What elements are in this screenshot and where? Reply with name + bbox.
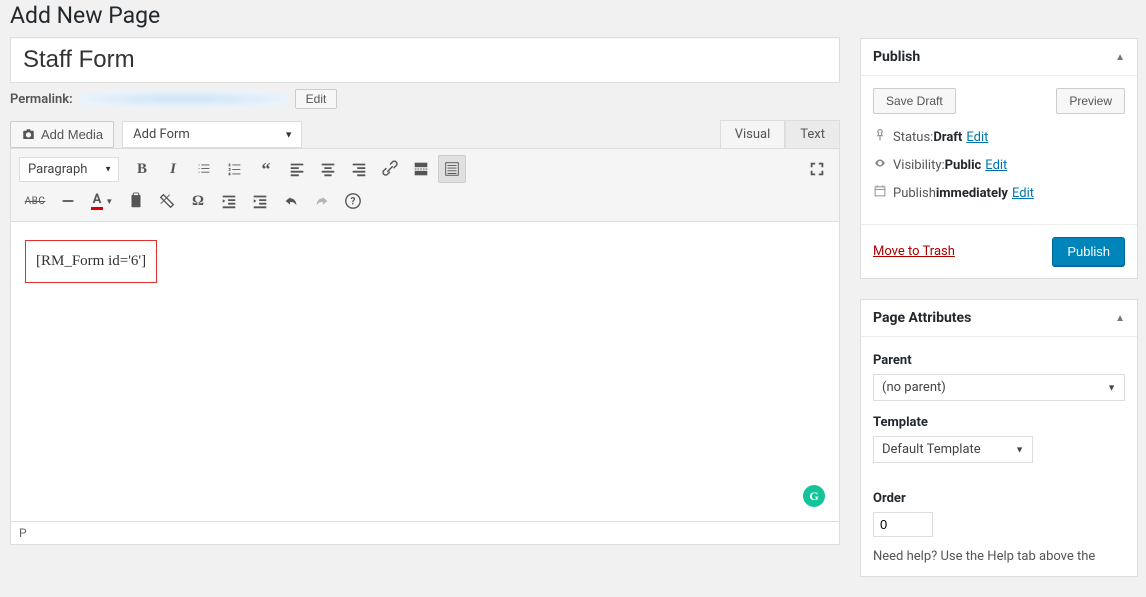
redo-button[interactable]	[308, 187, 336, 215]
text-color-button[interactable]: A▼	[85, 187, 119, 215]
editor-toolbar: Paragraph B I “ ABC A▼ Ω	[10, 148, 840, 222]
help-text: Need help? Use the Help tab above the	[873, 549, 1125, 564]
grammarly-icon[interactable]: G	[803, 485, 825, 507]
toolbar-toggle-button[interactable]	[438, 155, 466, 183]
page-title: Add New Page	[10, 0, 840, 37]
publish-button[interactable]: Publish	[1052, 237, 1125, 266]
parent-label: Parent	[873, 353, 1125, 368]
order-label: Order	[873, 491, 1125, 506]
help-button[interactable]: ?	[339, 187, 367, 215]
template-label: Template	[873, 415, 1125, 430]
collapse-icon: ▲	[1115, 313, 1125, 324]
align-right-button[interactable]	[345, 155, 373, 183]
publish-date-label: Publish	[893, 186, 936, 201]
camera-icon	[21, 127, 36, 142]
fullscreen-button[interactable]	[803, 155, 831, 183]
paste-text-button[interactable]	[122, 187, 150, 215]
pin-icon	[873, 128, 893, 146]
indent-button[interactable]	[246, 187, 274, 215]
align-center-button[interactable]	[314, 155, 342, 183]
publish-panel: Publish ▲ Save Draft Preview Status: Dra…	[860, 38, 1138, 279]
template-select[interactable]: Default Template	[873, 436, 1033, 463]
strikethrough-button[interactable]: ABC	[19, 187, 51, 215]
ordered-list-button[interactable]	[221, 155, 249, 183]
edit-status-link[interactable]: Edit	[966, 130, 988, 145]
move-to-trash-link[interactable]: Move to Trash	[873, 244, 955, 259]
link-button[interactable]	[376, 155, 404, 183]
horizontal-rule-button[interactable]	[54, 187, 82, 215]
order-input[interactable]	[873, 512, 933, 537]
permalink-label: Permalink:	[10, 92, 73, 107]
page-attributes-panel: Page Attributes ▲ Parent (no parent) Tem…	[860, 299, 1138, 577]
publish-date-value: immediately	[936, 186, 1008, 201]
post-title-input[interactable]	[10, 37, 840, 83]
visibility-value: Public	[945, 158, 982, 173]
read-more-button[interactable]	[407, 155, 435, 183]
add-media-label: Add Media	[41, 127, 103, 142]
edit-permalink-button[interactable]: Edit	[295, 89, 338, 109]
eye-icon	[873, 156, 893, 174]
clear-format-button[interactable]	[153, 187, 181, 215]
edit-visibility-link[interactable]: Edit	[985, 158, 1007, 173]
status-label: Status:	[893, 130, 933, 145]
bullet-list-button[interactable]	[190, 155, 218, 183]
svg-text:?: ?	[351, 197, 356, 208]
publish-panel-header[interactable]: Publish ▲	[861, 39, 1137, 76]
publish-panel-title: Publish	[873, 49, 920, 65]
collapse-icon: ▲	[1115, 52, 1125, 63]
preview-button[interactable]: Preview	[1056, 88, 1125, 114]
edit-date-link[interactable]: Edit	[1012, 186, 1034, 201]
tab-visual[interactable]: Visual	[720, 120, 786, 149]
calendar-icon	[873, 184, 893, 202]
editor-status-bar: P	[10, 522, 840, 545]
save-draft-button[interactable]: Save Draft	[873, 88, 956, 114]
visibility-label: Visibility:	[893, 158, 945, 173]
align-left-button[interactable]	[283, 155, 311, 183]
parent-select[interactable]: (no parent)	[873, 374, 1125, 401]
format-select[interactable]: Paragraph	[19, 157, 119, 182]
special-char-button[interactable]: Ω	[184, 187, 212, 215]
blockquote-button[interactable]: “	[252, 155, 280, 183]
attributes-panel-title: Page Attributes	[873, 310, 971, 326]
status-value: Draft	[933, 130, 962, 145]
italic-button[interactable]: I	[159, 155, 187, 183]
add-media-button[interactable]: Add Media	[10, 121, 114, 148]
bold-button[interactable]: B	[128, 155, 156, 183]
attributes-panel-header[interactable]: Page Attributes ▲	[861, 300, 1137, 337]
add-form-select[interactable]: Add Form	[122, 121, 302, 148]
permalink-row: Permalink: Edit	[10, 89, 840, 109]
outdent-button[interactable]	[215, 187, 243, 215]
editor-content[interactable]: [RM_Form id='6'] G	[10, 222, 840, 522]
permalink-url[interactable]	[79, 91, 289, 107]
shortcode-text[interactable]: [RM_Form id='6']	[25, 240, 157, 283]
undo-button[interactable]	[277, 187, 305, 215]
tab-text[interactable]: Text	[785, 120, 840, 149]
